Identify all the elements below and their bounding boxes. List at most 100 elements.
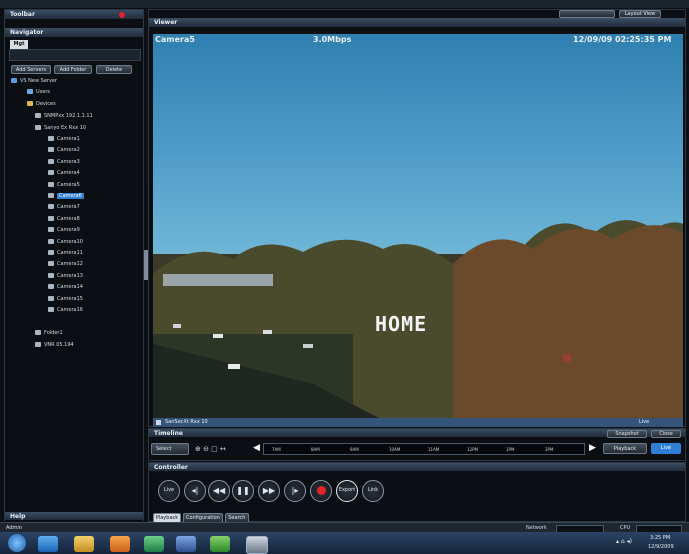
- toolbar-header[interactable]: Toolbar: [5, 10, 143, 20]
- controller-header[interactable]: Controller: [149, 463, 685, 472]
- tree-device-2[interactable]: Sanyo Ex Rxx 10: [35, 124, 86, 132]
- help-header[interactable]: Help: [5, 512, 143, 521]
- timeline-tick-label: 1PM: [506, 447, 515, 452]
- tree-camera[interactable]: Camera1: [48, 135, 80, 143]
- camera-label: Camera13: [57, 272, 83, 279]
- start-orb-icon[interactable]: [8, 534, 26, 552]
- camera-label: Camera15: [57, 295, 83, 302]
- camera-label: Camera9: [57, 227, 80, 234]
- link-button[interactable]: Link: [362, 480, 384, 502]
- camera-icon: [48, 136, 54, 141]
- osd-overlay-text: HOME: [375, 312, 428, 336]
- timeline-prev-icon[interactable]: ◀: [253, 443, 260, 453]
- tree-device-1-label: SNMPxx 192.1.1.11: [44, 113, 93, 119]
- timeline-tick-label: 7AM: [272, 447, 281, 452]
- people-icon[interactable]: [176, 536, 196, 552]
- layout-grid-button[interactable]: [559, 10, 615, 18]
- step-back-button[interactable]: ◂|: [184, 480, 206, 502]
- tree-camera[interactable]: Camera9: [48, 226, 80, 234]
- camera-label: Camera3: [57, 158, 80, 165]
- tray-icons[interactable]: ▴ ⌂ ◂): [616, 538, 632, 545]
- tree-camera[interactable]: Camera16: [48, 306, 83, 314]
- tab-mgt[interactable]: Mgt: [10, 40, 28, 49]
- navigator-header[interactable]: Navigator: [5, 28, 143, 38]
- tree-camera[interactable]: Camera7: [48, 203, 80, 211]
- camera-label: Camera6: [57, 193, 84, 199]
- tree-folder-label: Folder1: [44, 330, 63, 336]
- tray-date[interactable]: 12/9/2009: [648, 544, 674, 550]
- record-button[interactable]: [310, 480, 332, 502]
- tree-camera[interactable]: Camera6: [48, 192, 84, 200]
- export-button[interactable]: Export: [336, 480, 358, 502]
- navigator-title: Navigator: [10, 29, 44, 36]
- toolbar-title: Toolbar: [10, 11, 35, 18]
- timeline-tick-label: 2PM: [545, 447, 554, 452]
- app-icon-green[interactable]: [210, 536, 230, 552]
- timeline-tick-label: 10AM: [389, 447, 401, 452]
- tray-clock[interactable]: 3:25 PM: [650, 535, 670, 541]
- tree-device-1[interactable]: SNMPxx 192.1.1.11: [35, 112, 93, 120]
- tree-camera[interactable]: Camera3: [48, 158, 80, 166]
- vms-app-icon[interactable]: [246, 536, 268, 554]
- tree-camera[interactable]: Camera14: [48, 283, 83, 291]
- delete-button[interactable]: Delete: [96, 65, 132, 74]
- timeline-header[interactable]: Timeline: [149, 429, 685, 438]
- step-forward-button[interactable]: |▸: [284, 480, 306, 502]
- camera-video[interactable]: Camera5 3.0Mbps 12/09/09 02:25:35 PM HOM…: [153, 34, 683, 420]
- add-servers-button[interactable]: Add Servers: [11, 65, 51, 74]
- tree-camera[interactable]: Camera15: [48, 295, 83, 303]
- live-control-button[interactable]: Live: [158, 480, 180, 502]
- camera-label: Camera14: [57, 284, 83, 291]
- tree-camera[interactable]: Camera4: [48, 169, 80, 177]
- tree-root[interactable]: VS New Server: [11, 77, 57, 85]
- camera-icon: [48, 181, 54, 187]
- camera-icon: [48, 193, 54, 198]
- tree-camera[interactable]: Camera13: [48, 272, 83, 280]
- tree-camera[interactable]: Camera5: [48, 181, 80, 189]
- tree-vnr[interactable]: VNR 05.194: [35, 341, 74, 349]
- camera-label: Camera4: [57, 170, 80, 177]
- rewind-button[interactable]: ◀◀: [208, 480, 230, 502]
- timeline-tick-label: 11AM: [428, 447, 440, 452]
- device-icon: [35, 125, 41, 130]
- folder-icon: [35, 330, 41, 335]
- tree-devices[interactable]: Devices: [27, 100, 56, 108]
- close-button[interactable]: Close: [651, 430, 681, 438]
- network-app-icon[interactable]: [144, 536, 164, 552]
- viewer-title: Viewer: [154, 19, 178, 26]
- toolbar-pin-icon[interactable]: [119, 12, 125, 18]
- select-tool-button[interactable]: Select: [151, 443, 189, 455]
- playback-button[interactable]: Playback: [603, 443, 647, 454]
- tab-strip: [9, 49, 141, 61]
- ie-icon[interactable]: [38, 536, 58, 552]
- os-taskbar: 3:25 PM 12/9/2009 ▴ ⌂ ◂): [0, 532, 689, 554]
- layout-view-button[interactable]: Layout View: [619, 10, 661, 18]
- camera-label: Camera16: [57, 307, 83, 313]
- timeline-next-icon[interactable]: ▶: [589, 443, 596, 453]
- media-player-icon[interactable]: [110, 536, 130, 552]
- camera-icon: [48, 295, 54, 301]
- help-title: Help: [10, 513, 26, 520]
- pause-button[interactable]: ❚❚: [232, 480, 254, 502]
- tree-camera[interactable]: Camera12: [48, 260, 83, 268]
- tree-folder[interactable]: Folder1: [35, 329, 63, 337]
- viewer-header[interactable]: Viewer: [149, 18, 685, 28]
- explorer-icon[interactable]: [74, 536, 94, 552]
- tree-camera[interactable]: Camera11: [48, 249, 83, 257]
- tree-camera[interactable]: Camera10: [48, 238, 83, 246]
- add-folder-button[interactable]: Add Folder: [54, 65, 92, 74]
- record-icon: [316, 486, 326, 495]
- tree-vnr-label: VNR 05.194: [44, 342, 74, 348]
- camera-icon: [48, 284, 54, 290]
- tree-camera[interactable]: Camera8: [48, 215, 80, 223]
- camera-icon: [48, 147, 54, 153]
- snapshot-button[interactable]: Snapshot: [607, 430, 647, 438]
- fast-forward-button[interactable]: ▶▶: [258, 480, 280, 502]
- tree-camera[interactable]: Camera2: [48, 146, 80, 154]
- timeline-tick-label: 9AM: [350, 447, 359, 452]
- tree-root-label: VS New Server: [20, 78, 58, 84]
- zoom-tools[interactable]: ⊕ ⊖ ▢ ↔: [195, 445, 226, 453]
- tree-users[interactable]: Users: [27, 88, 50, 96]
- live-button[interactable]: Live: [651, 443, 681, 454]
- device-icon: [35, 342, 41, 347]
